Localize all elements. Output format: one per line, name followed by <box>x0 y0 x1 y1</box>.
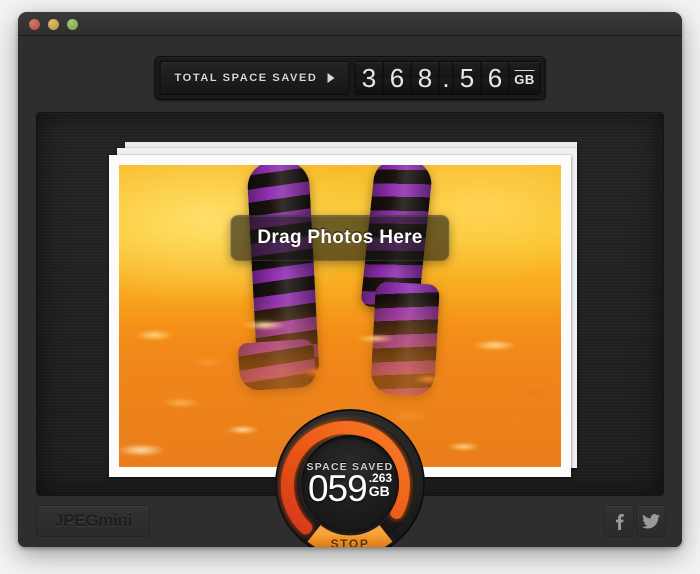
odometer-digit: 6 <box>481 62 510 94</box>
window-titlebar[interactable] <box>18 12 682 36</box>
dial-readout: SPACE SAVED 059 .263 GB <box>301 435 399 533</box>
odometer-digit: 5 <box>453 62 482 94</box>
odometer-decimal-point: . <box>439 62 454 94</box>
stop-button[interactable]: STOP <box>331 537 370 547</box>
social-links <box>604 505 666 537</box>
minimize-button[interactable] <box>48 19 59 30</box>
odometer-digit: 6 <box>383 62 412 94</box>
drag-photos-here-label: Drag Photos Here <box>230 215 450 261</box>
space-saved-fraction-group: .263 GB <box>369 472 392 499</box>
window-controls <box>29 19 78 30</box>
total-space-saved-label: TOTAL SPACE SAVED <box>174 72 318 84</box>
screen-root: TOTAL SPACE SAVED 3 6 8 . 5 6 GB Drag Ph… <box>0 0 700 574</box>
odometer-digit: 3 <box>355 62 384 94</box>
triangle-right-icon <box>327 73 335 83</box>
jpegmini-logo-text: JPEGmini <box>54 511 132 530</box>
total-space-saved-odometer: 3 6 8 . 5 6 GB <box>354 61 541 95</box>
twitter-icon <box>642 513 660 529</box>
odometer-unit: GB <box>509 62 540 94</box>
facebook-icon <box>615 513 624 530</box>
window-body: TOTAL SPACE SAVED 3 6 8 . 5 6 GB Drag Ph… <box>18 36 682 547</box>
total-space-saved-bar: TOTAL SPACE SAVED 3 6 8 . 5 6 GB <box>154 56 546 100</box>
space-saved-value: 059 .263 GB <box>307 467 392 509</box>
twitter-button[interactable] <box>636 505 666 537</box>
space-saved-dial[interactable]: SPACE SAVED 059 .263 GB STOP <box>274 408 426 547</box>
zoom-button[interactable] <box>67 19 78 30</box>
odometer-digit: 8 <box>411 62 440 94</box>
app-window: TOTAL SPACE SAVED 3 6 8 . 5 6 GB Drag Ph… <box>18 12 682 547</box>
close-button[interactable] <box>29 19 40 30</box>
odometer-unit-text: GB <box>514 69 535 87</box>
jpegmini-logo: JPEGmini <box>36 505 150 537</box>
space-saved-unit: GB <box>368 482 390 499</box>
facebook-button[interactable] <box>604 505 634 537</box>
total-space-saved-button[interactable]: TOTAL SPACE SAVED <box>159 61 350 95</box>
space-saved-integer: 059 <box>307 467 368 509</box>
